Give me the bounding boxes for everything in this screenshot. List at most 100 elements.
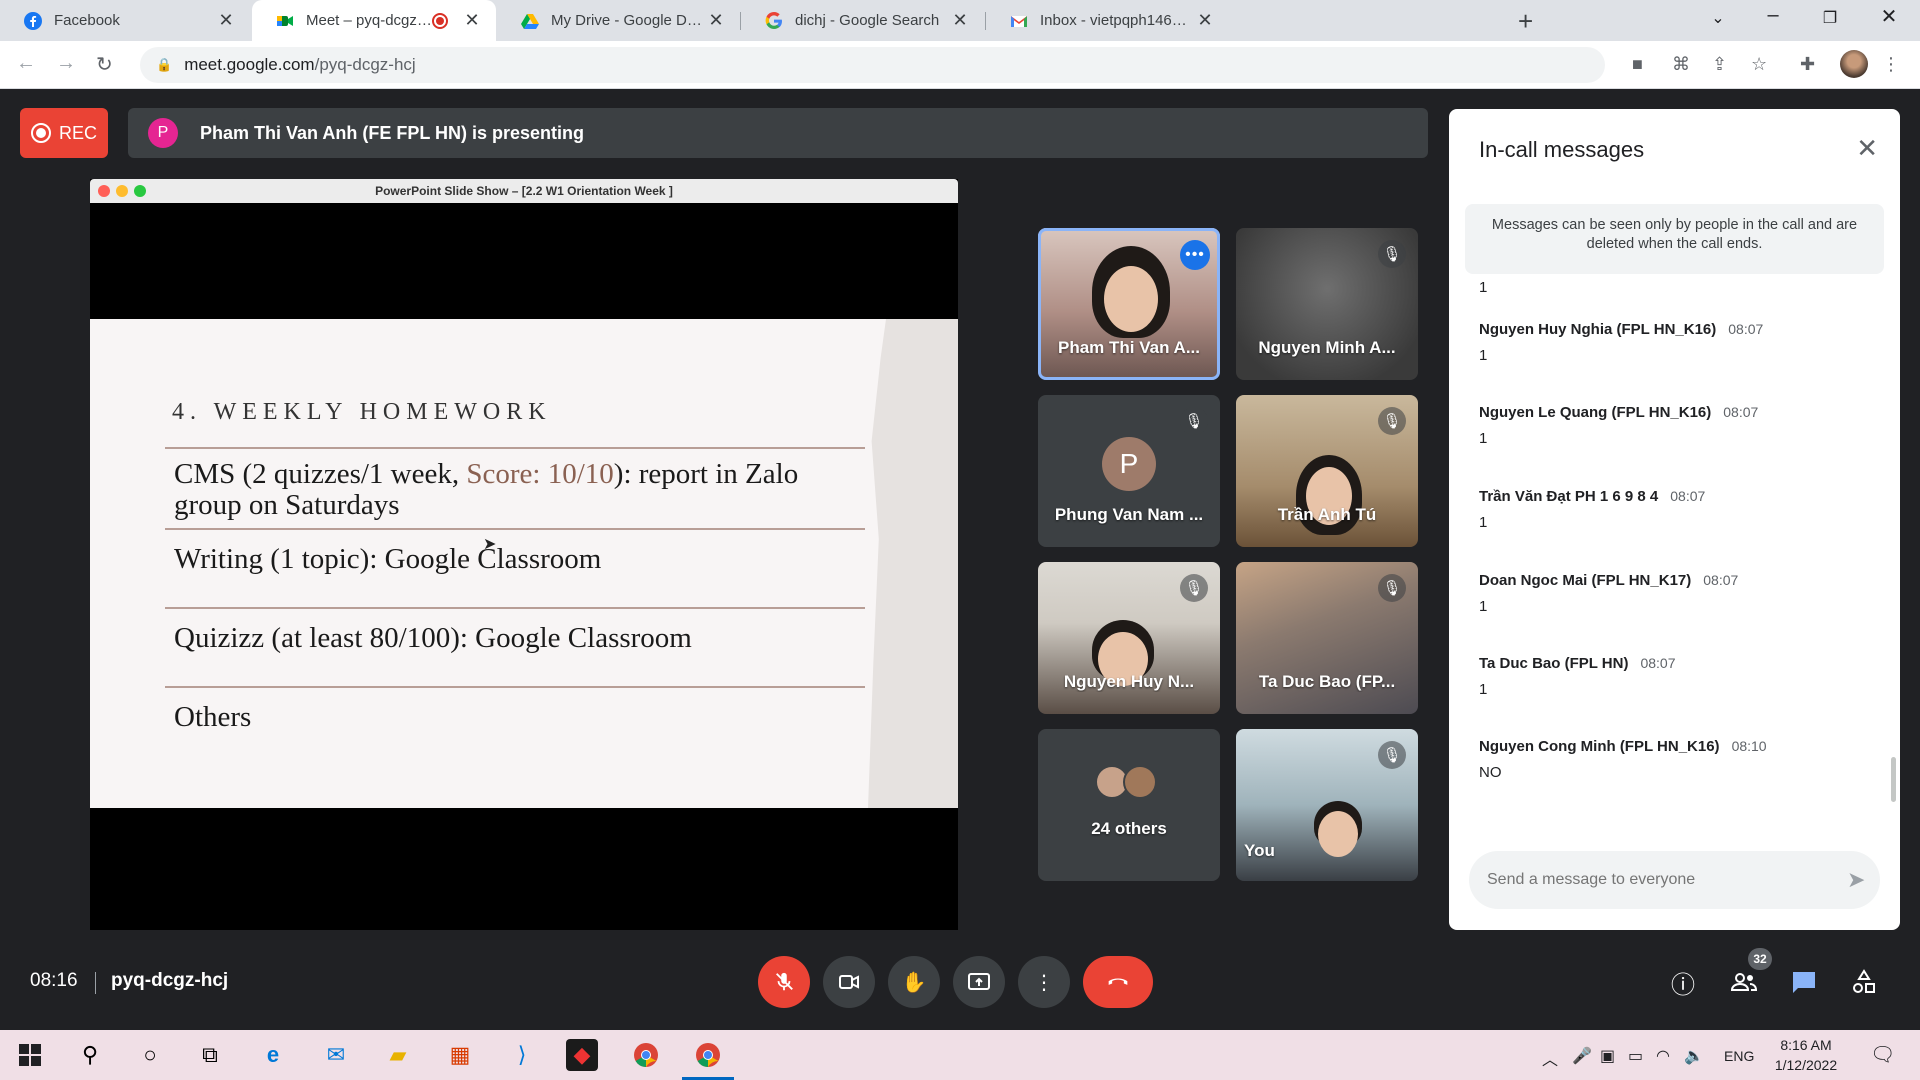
tab-meet[interactable]: Meet – pyq-dcgz-hcj ✕ <box>252 0 496 41</box>
share-icon[interactable]: ⇪ <box>1712 54 1727 75</box>
mail-icon[interactable]: ✉ <box>318 1037 354 1073</box>
wifi-icon[interactable]: ◠ <box>1656 1046 1670 1066</box>
chat-message-input[interactable] <box>1469 851 1880 909</box>
more-options-button[interactable]: ⋮ <box>1018 956 1070 1008</box>
close-icon[interactable]: ✕ <box>1856 133 1878 164</box>
activities-icon[interactable] <box>1846 964 1882 1000</box>
message-sender: Trần Văn Đạt PH 1 6 9 8 4 <box>1479 488 1659 505</box>
message-text: 1 <box>1479 430 1488 447</box>
tab-search-icon[interactable]: ⌄ <box>1695 8 1741 28</box>
windows-start-icon[interactable] <box>12 1037 48 1073</box>
presenting-text: Pham Thi Van Anh (FE FPL HN) is presenti… <box>200 122 585 143</box>
more-menu-icon[interactable]: ⋮ <box>1882 54 1900 75</box>
extensions-puzzle-icon[interactable]: ✚ <box>1800 54 1815 75</box>
tab-google-drive[interactable]: My Drive - Google Drive ✕ <box>497 0 740 41</box>
message-time: 08:07 <box>1640 655 1676 671</box>
cortana-icon[interactable]: ○ <box>132 1037 168 1073</box>
message-time: 08:07 <box>1728 321 1764 337</box>
close-window-button[interactable]: ✕ <box>1866 4 1912 29</box>
participant-name: Trần Anh Tú <box>1277 505 1377 524</box>
tray-app-icon[interactable]: ▣ <box>1600 1046 1615 1066</box>
record-icon <box>30 123 51 143</box>
chat-message: Nguyen Huy Nghia (FPL HN_K16) 08:07 1 <box>1479 321 1763 364</box>
close-icon[interactable]: ✕ <box>216 10 236 31</box>
self-tile[interactable]: 🎙 You <box>1236 729 1418 881</box>
address-bar[interactable]: 🔒 meet.google.com/pyq-dcgz-hcj <box>140 47 1605 83</box>
translate-icon[interactable]: ⌘ <box>1672 54 1690 75</box>
camera-toggle-button[interactable] <box>823 956 875 1008</box>
office-app-icon[interactable]: ▦ <box>442 1037 478 1073</box>
slide-text: CMS (2 quizzes/1 week, <box>174 458 467 490</box>
new-tab-button[interactable]: + <box>1518 6 1533 37</box>
forward-arrow-icon[interactable]: → <box>56 52 76 75</box>
slide-item-others: Others <box>174 701 252 733</box>
camera-icon[interactable]: ■ <box>1632 54 1643 75</box>
slide-divider <box>165 607 865 609</box>
slide-heading: 4. WEEKLY HOMEWORK <box>172 399 552 425</box>
mouse-pointer-icon: ➤ <box>483 536 497 553</box>
chrome-icon[interactable] <box>628 1037 664 1073</box>
presentation-view[interactable]: PowerPoint Slide Show – [2.2 W1 Orientat… <box>90 179 958 930</box>
message-text: 1 <box>1479 681 1488 698</box>
chat-icon[interactable] <box>1786 964 1822 1000</box>
tab-gmail[interactable]: Inbox - vietpqph14696@fpt.edu.v ✕ <box>986 0 1229 41</box>
chat-scrollbar[interactable] <box>1891 757 1896 802</box>
more-options-icon[interactable]: ••• <box>1180 240 1210 270</box>
participant-tile[interactable]: 🎙 Nguyen Huy N... <box>1038 562 1220 714</box>
message-sender: Nguyen Le Quang (FPL HN_K16) <box>1479 404 1712 421</box>
tab-google-search[interactable]: dichj - Google Search ✕ <box>741 0 984 41</box>
search-icon[interactable]: ⚲ <box>72 1037 108 1073</box>
game-app-icon[interactable]: ◆ <box>566 1039 598 1071</box>
battery-icon[interactable]: ▭ <box>1628 1046 1643 1066</box>
close-icon[interactable]: ✕ <box>706 10 726 31</box>
microphone-icon[interactable]: 🎤 <box>1572 1046 1592 1066</box>
participant-tile[interactable]: 🎙 Nguyen Minh A... <box>1236 228 1418 380</box>
minimize-button[interactable]: – <box>1750 4 1796 27</box>
others-tile[interactable]: 24 others <box>1038 729 1220 881</box>
meeting-code: pyq-dcgz-hcj <box>111 970 229 991</box>
close-icon[interactable]: ✕ <box>1195 10 1215 31</box>
participant-tile[interactable]: 🎙 Trần Anh Tú <box>1236 395 1418 547</box>
edge-icon[interactable]: e <box>255 1037 291 1073</box>
notifications-icon[interactable]: 🗨 <box>1870 1042 1895 1067</box>
message-text: 1 <box>1479 279 1488 296</box>
participant-tile[interactable]: ••• Pham Thi Van A... <box>1038 228 1220 380</box>
leave-call-button[interactable] <box>1083 956 1153 1008</box>
message-list[interactable]: 1 Nguyen Huy Nghia (FPL HN_K16) 08:07 1 N… <box>1449 279 1900 819</box>
tray-chevron-icon[interactable]: ︿ <box>1542 1046 1558 1070</box>
chat-privacy-note: Messages can be seen only by people in t… <box>1465 204 1884 274</box>
tab-facebook[interactable]: Facebook ✕ <box>0 0 250 41</box>
message-text: 1 <box>1479 347 1488 364</box>
mic-toggle-button[interactable] <box>758 956 810 1008</box>
task-view-icon[interactable]: ⧉ <box>192 1037 228 1073</box>
back-arrow-icon[interactable]: ← <box>16 52 36 75</box>
participants-count-badge: 32 <box>1748 948 1772 970</box>
participant-name: Nguyen Minh A... <box>1258 338 1396 357</box>
participant-tile[interactable]: 🎙 P Phung Van Nam ... <box>1038 395 1220 547</box>
close-icon[interactable]: ✕ <box>950 10 970 31</box>
participant-tile[interactable]: 🎙 Ta Duc Bao (FP... <box>1236 562 1418 714</box>
close-icon[interactable]: ✕ <box>462 10 482 31</box>
raise-hand-button[interactable]: ✋ <box>888 956 940 1008</box>
file-explorer-icon[interactable]: ▰ <box>380 1037 416 1073</box>
volume-icon[interactable]: 🔈 <box>1684 1046 1704 1066</box>
meeting-details-icon[interactable]: ⓘ <box>1665 964 1701 1000</box>
reload-icon[interactable]: ↻ <box>96 52 113 77</box>
tab-strip: Facebook ✕ Meet – pyq-dcgz-hcj ✕ My Driv… <box>0 0 1920 41</box>
participant-avatar: P <box>1102 437 1156 491</box>
mic-off-icon <box>776 972 793 991</box>
bookmark-star-icon[interactable]: ☆ <box>1751 54 1767 75</box>
send-icon[interactable]: ➤ <box>1847 867 1865 893</box>
url-host: meet.google.com <box>184 55 315 74</box>
language-indicator[interactable]: ENG <box>1724 1048 1754 1064</box>
mic-off-icon: 🎙 <box>1180 407 1208 435</box>
chrome-active-icon[interactable] <box>682 1037 734 1080</box>
taskbar-clock[interactable]: 8:16 AM 1/12/2022 <box>1756 1035 1856 1075</box>
restore-button[interactable]: ❐ <box>1807 8 1853 28</box>
vscode-icon[interactable]: ⟩ <box>504 1037 540 1073</box>
profile-avatar[interactable] <box>1840 50 1868 78</box>
present-now-button[interactable] <box>953 956 1005 1008</box>
message-text: NO <box>1479 764 1502 781</box>
mic-off-icon: 🎙 <box>1378 407 1406 435</box>
tab-label: My Drive - Google Drive <box>551 12 706 29</box>
